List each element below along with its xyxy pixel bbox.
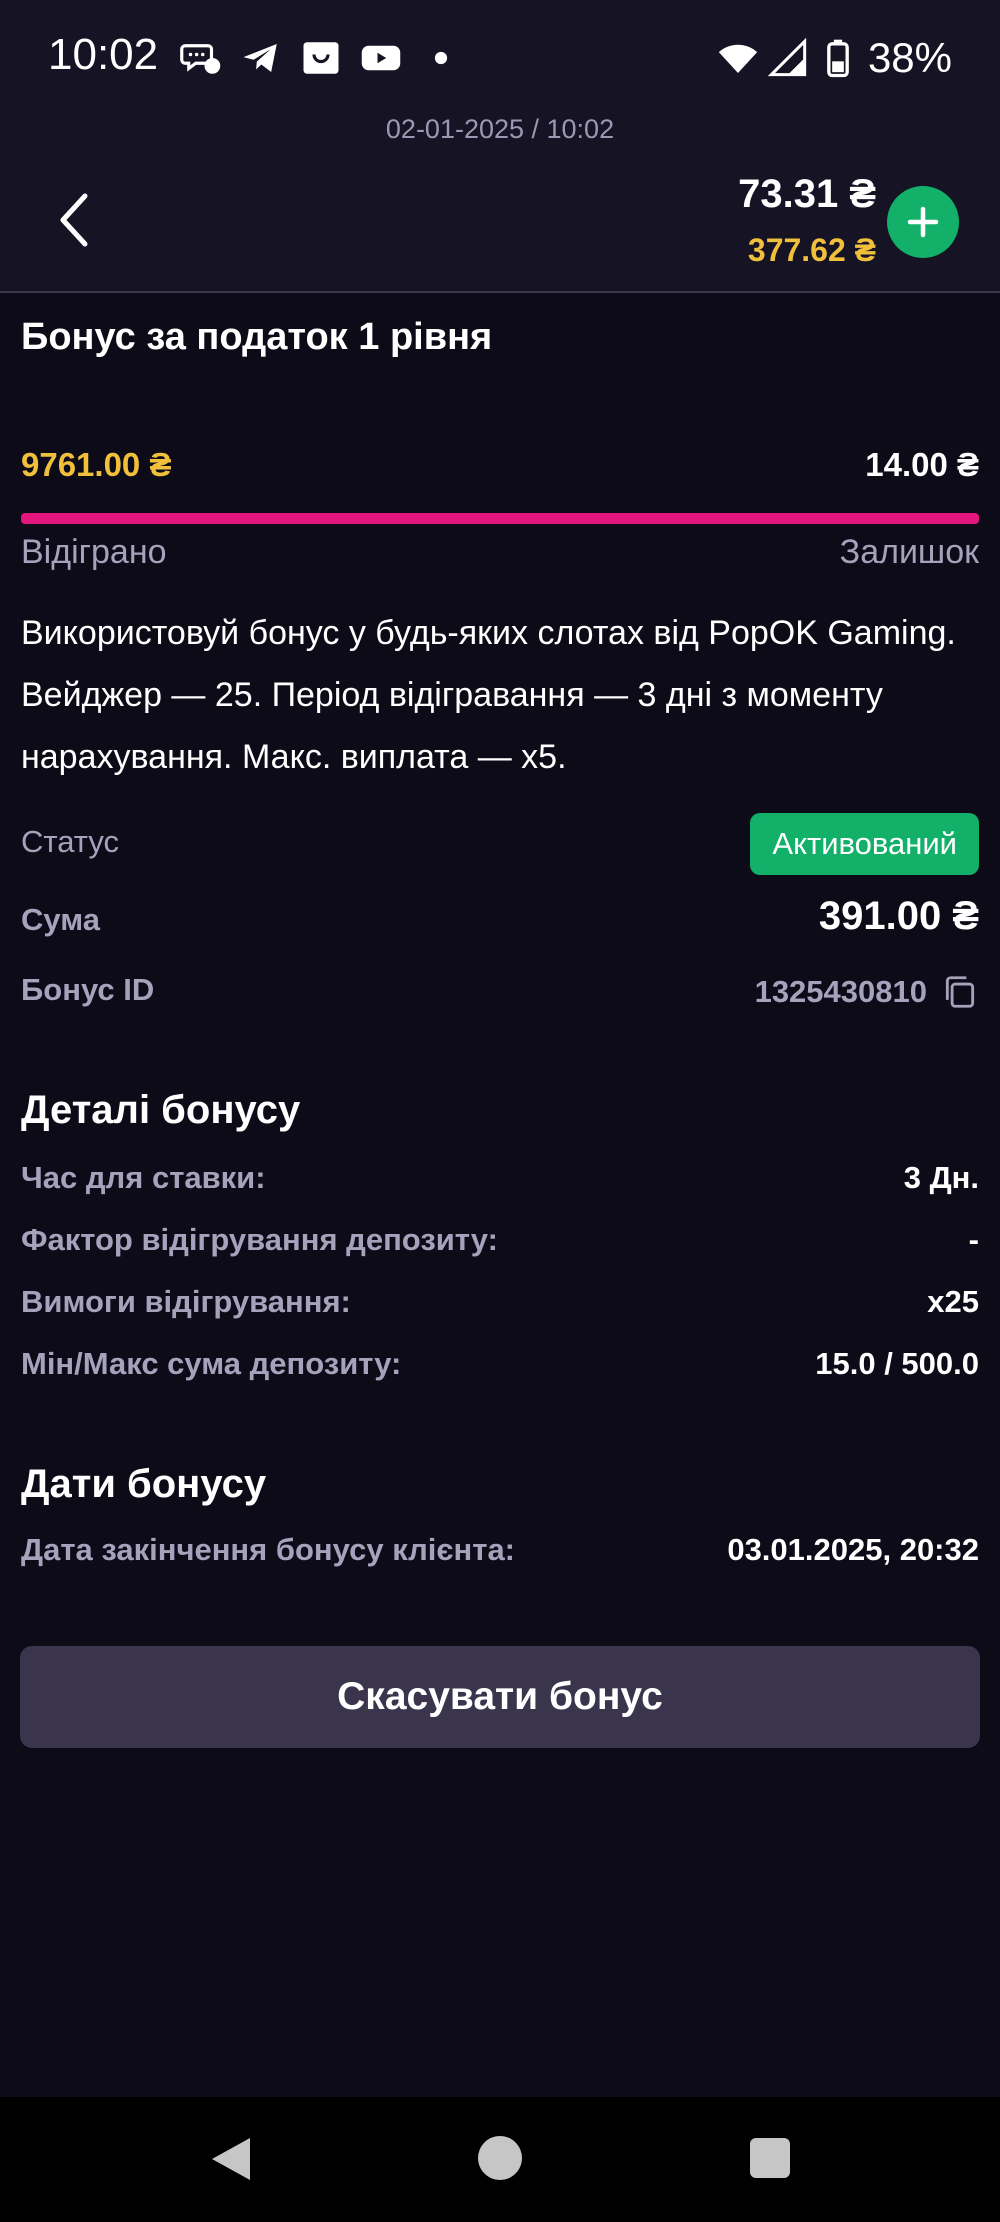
system-status: 38% [718, 30, 952, 86]
main-balance[interactable]: 73.31 ₴ [738, 172, 876, 217]
remaining-amount: 14.00 ₴ [865, 446, 979, 483]
youtube-icon [361, 45, 401, 71]
cancel-bonus-button[interactable]: Скасувати бонус [20, 1646, 980, 1748]
plus-icon [907, 206, 939, 238]
bonus-id-value: 1325430810 [754, 974, 927, 1009]
expiry-date-value: 03.01.2025, 20:32 [727, 1532, 979, 1567]
server-datetime: 02-01-2025 / 10:02 [385, 114, 615, 144]
wager-progress-fill [21, 513, 979, 524]
expiry-date-label: Дата закінчення бонусу клієнта: [21, 1532, 516, 1567]
copy-icon[interactable] [941, 973, 979, 1011]
wager-progress-bar [21, 513, 979, 524]
battery-icon [827, 39, 849, 78]
bet-time-value: 3 Дн. [903, 1160, 979, 1195]
status-time: 10:02 [48, 30, 159, 79]
deposit-wager-factor-label: Фактор відігрування депозиту: [21, 1222, 498, 1257]
nav-back-icon[interactable] [206, 2134, 256, 2184]
deposit-range-value: 15.0 / 500.0 [815, 1346, 979, 1381]
bonus-description: Використовуй бонус у будь-яких слотах ві… [21, 614, 956, 776]
sum-label: Сума [21, 902, 100, 937]
chat-bubble-icon [180, 44, 221, 74]
battery-percentage: 38% [867, 34, 952, 81]
deposit-wager-factor-value: - [968, 1222, 979, 1257]
sum-value: 391.00 ₴ [818, 894, 979, 938]
telegram-icon [243, 44, 277, 72]
chevron-left-icon [60, 193, 88, 247]
deposit-add-button[interactable] [887, 186, 959, 258]
status-label: Статус [21, 824, 119, 859]
remaining-label: Залишок [839, 533, 979, 571]
nav-home-icon[interactable] [478, 2136, 522, 2180]
status-bar: 10:02 38% [0, 0, 1000, 115]
wagered-label: Відіграно [21, 533, 167, 571]
wager-requirement-label: Вимоги відігрування: [21, 1284, 351, 1319]
details-section-title: Деталі бонусу [21, 1088, 301, 1132]
bonus-id-row: 1325430810 [755, 968, 979, 1016]
shopping-bag-icon [303, 42, 339, 74]
bet-time-label: Час для ставки: [21, 1160, 266, 1195]
wager-requirement-value: x25 [927, 1284, 979, 1319]
dates-section-title: Дати бонусу [21, 1462, 267, 1506]
bonus-id-label: Бонус ID [21, 972, 155, 1007]
wagered-amount: 9761.00 ₴ [21, 446, 172, 483]
status-badge: Активований [750, 813, 979, 875]
header-divider [0, 291, 1000, 293]
signal-icon [767, 38, 807, 77]
deposit-range-label: Мін/Макс сума депозиту: [21, 1346, 402, 1381]
bonus-title: Бонус за податок 1 рівня [21, 316, 493, 358]
wifi-icon [718, 44, 758, 73]
nav-recent-apps-icon[interactable] [750, 2138, 790, 2178]
notification-icons [180, 36, 462, 80]
dot-icon [434, 51, 448, 65]
back-button[interactable] [40, 185, 110, 255]
bonus-balance[interactable]: 377.62 ₴ [748, 232, 876, 269]
